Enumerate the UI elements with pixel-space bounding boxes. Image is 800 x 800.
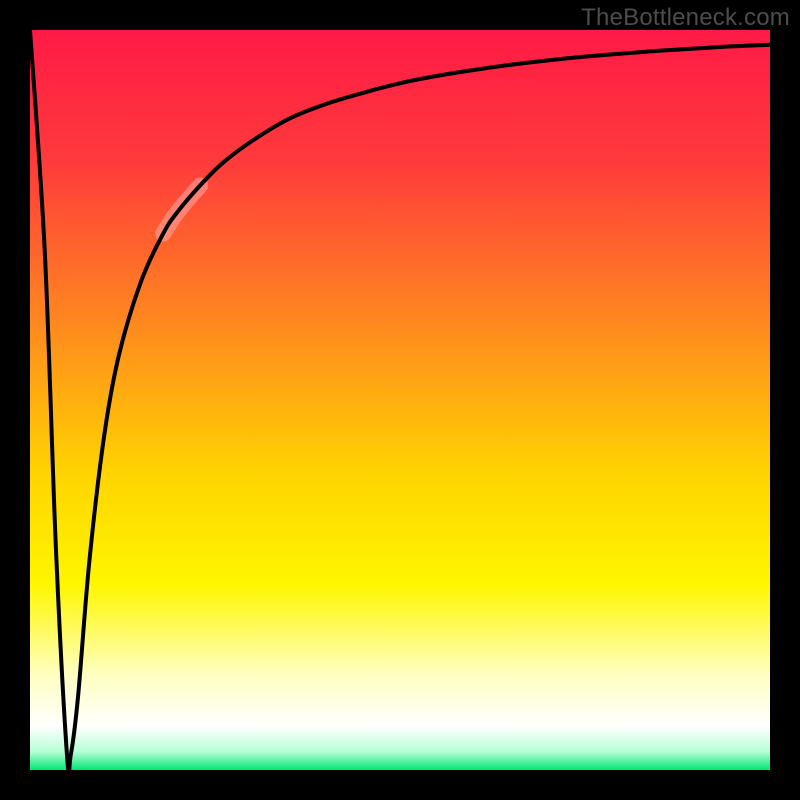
chart-frame: TheBottleneck.com	[0, 0, 800, 800]
bottleneck-chart	[30, 30, 770, 770]
plot-area	[30, 30, 770, 770]
gradient-background	[30, 30, 770, 770]
watermark-text: TheBottleneck.com	[581, 4, 790, 32]
